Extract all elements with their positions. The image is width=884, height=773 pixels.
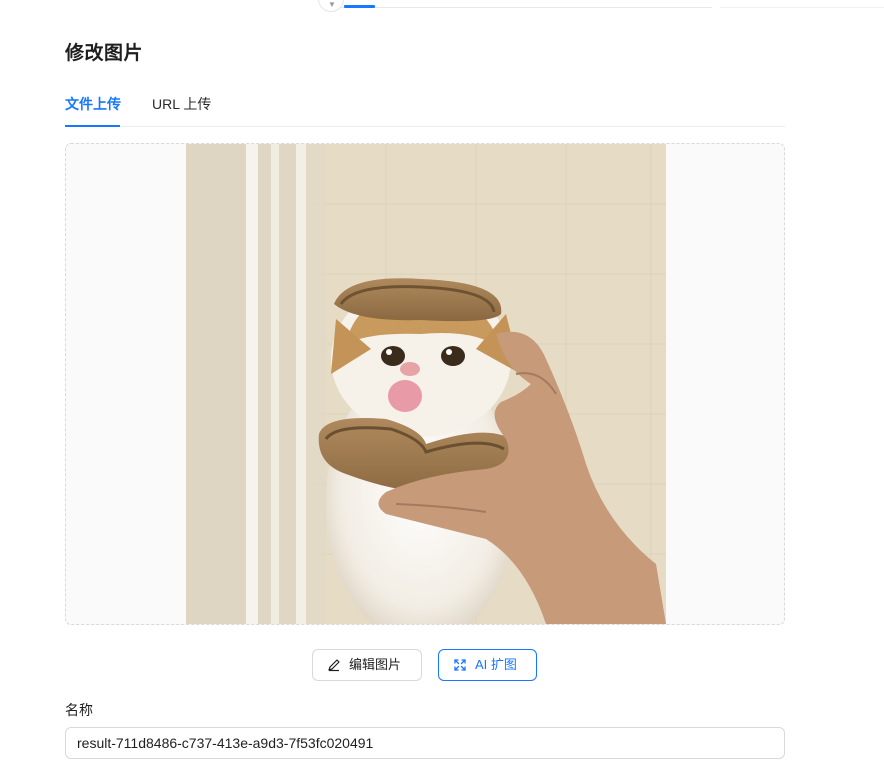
tab-active-ink — [65, 125, 120, 127]
cat-bread-photo — [186, 144, 666, 624]
name-input[interactable] — [65, 727, 785, 759]
pencil-icon — [328, 659, 340, 672]
chevron-down-icon: ▼ — [328, 0, 336, 9]
image-upload-area[interactable] — [65, 143, 785, 625]
divider-line-right — [720, 7, 884, 8]
expand-icon — [454, 659, 466, 671]
collapse-handle[interactable]: ▼ — [318, 0, 344, 12]
edit-image-label: 编辑图片 — [349, 657, 402, 672]
uploaded-image-preview — [186, 144, 666, 624]
ai-expand-button[interactable]: AI 扩图 — [438, 649, 537, 681]
name-field-label: 名称 — [65, 702, 93, 718]
tab-file-upload[interactable]: 文件上传 — [65, 96, 121, 112]
ai-expand-label: AI 扩图 — [475, 657, 517, 672]
top-divider: ▼ — [0, 0, 884, 12]
tab-url-upload[interactable]: URL 上传 — [152, 96, 211, 112]
page-title: 修改图片 — [65, 43, 144, 64]
edit-image-button[interactable]: 编辑图片 — [312, 649, 422, 681]
active-indicator — [344, 5, 375, 8]
upload-tabs: 文件上传 URL 上传 — [65, 92, 785, 127]
divider-line — [340, 7, 712, 8]
